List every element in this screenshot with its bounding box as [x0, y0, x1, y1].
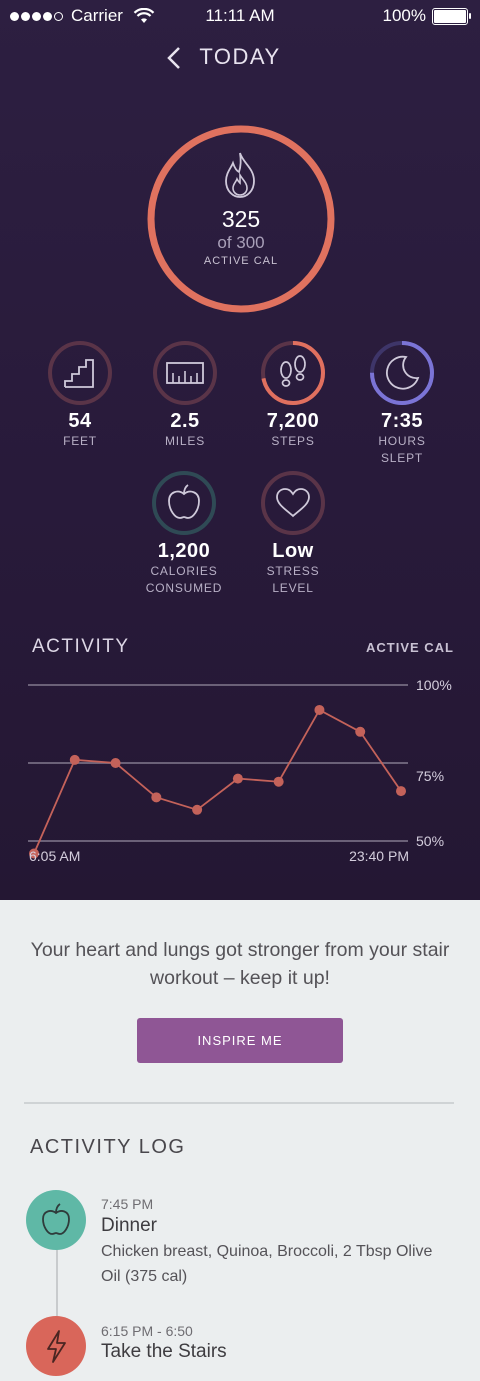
y-tick-label: 50% — [416, 833, 444, 849]
data-point[interactable] — [396, 786, 406, 797]
y-tick-label: 75% — [416, 768, 444, 784]
log-item-name[interactable]: Dinner — [101, 1215, 157, 1237]
summary-panel: Carrier 11:11 AM 100% TODAY 325 of 300 A… — [0, 0, 480, 900]
ruler-icon — [166, 362, 204, 384]
log-item-desc: Chicken breast, Quinoa, Broccoli, 2 Tbsp… — [101, 1243, 433, 1285]
data-point[interactable] — [192, 804, 203, 815]
battery-icon — [432, 7, 471, 25]
stat-sleep[interactable]: 7:35 HOURS SLEPT — [342, 340, 462, 467]
stat-label: HOURS SLEPT — [378, 434, 426, 465]
steps-ring — [261, 341, 325, 405]
log-item-dinner-icon-circle[interactable] — [26, 1190, 86, 1250]
x-end-label: 23:40 PM — [349, 848, 409, 864]
stairs-ring — [48, 341, 112, 405]
miles-ring — [153, 341, 217, 405]
log-item-time: 6:15 PM - 6:50 — [101, 1323, 193, 1339]
stat-value: Low — [272, 540, 314, 562]
stat-label: CALORIES CONSUMED — [145, 564, 223, 595]
sleep-ring — [370, 341, 434, 405]
data-point[interactable] — [314, 704, 325, 715]
stat-stress[interactable]: Low STRESS LEVEL — [233, 470, 353, 597]
stat-value: 7:35 — [380, 410, 424, 432]
timeline-line — [56, 1246, 58, 1326]
footprints-icon — [280, 355, 306, 387]
y-tick-label: 100% — [416, 677, 452, 693]
flame-icon — [225, 152, 255, 198]
active-cal-label: ACTIVE CAL — [203, 255, 279, 267]
stat-value: 2.5 — [170, 410, 200, 432]
data-point[interactable] — [273, 776, 284, 787]
data-point[interactable] — [355, 726, 366, 737]
log-item-time: 7:45 PM — [101, 1196, 154, 1212]
apple-icon — [168, 484, 200, 519]
stairs-icon — [64, 359, 94, 388]
stat-feet[interactable]: 54 FEET — [20, 340, 140, 450]
inspire-me-button[interactable]: INSPIRE ME — [137, 1018, 343, 1063]
divider — [24, 1102, 454, 1104]
insight-message: Your heart and lungs got stronger from y… — [30, 939, 450, 989]
activity-unit[interactable]: ACTIVE CAL — [366, 640, 454, 655]
activity-log-title: ACTIVITY LOG — [30, 1136, 186, 1158]
stat-steps[interactable]: 7,200 STEPS — [233, 340, 353, 450]
stat-miles[interactable]: 2.5 MILES — [125, 340, 245, 450]
stat-label: MILES — [164, 434, 205, 448]
apple-icon — [42, 1203, 70, 1235]
lightning-icon — [47, 1330, 66, 1363]
data-point[interactable] — [232, 773, 243, 784]
active-cal-goal: of 300 — [217, 233, 265, 252]
data-point[interactable] — [110, 758, 121, 768]
battery-percent: 100% — [382, 6, 426, 25]
log-item-stairs-icon-circle[interactable] — [26, 1316, 86, 1376]
stat-label: FEET — [63, 434, 97, 448]
stress-ring — [261, 471, 325, 535]
activity-line — [33, 708, 402, 854]
x-start-label: 6:05 AM — [29, 848, 80, 864]
stat-value: 54 — [68, 410, 92, 432]
page-title: TODAY — [199, 44, 281, 69]
stat-value: 1,200 — [157, 540, 211, 562]
data-point[interactable] — [151, 792, 162, 803]
active-cal-value: 325 — [221, 206, 261, 232]
stat-label: STEPS — [271, 434, 315, 448]
log-item-name[interactable]: Take the Stairs — [101, 1341, 227, 1363]
heart-icon — [276, 488, 310, 518]
stat-calories[interactable]: 1,200 CALORIES CONSUMED — [124, 470, 244, 597]
status-bar: Carrier 11:11 AM 100% — [0, 0, 480, 32]
moon-icon — [386, 355, 420, 390]
stat-value: 7,200 — [266, 410, 320, 432]
activity-title: ACTIVITY — [32, 636, 130, 657]
calories-ring — [152, 471, 216, 535]
data-point[interactable] — [69, 754, 80, 765]
activity-chart[interactable]: 100% 75% 50% 6:05 AM 23:40 PM — [0, 670, 480, 870]
stat-label: STRESS LEVEL — [266, 564, 320, 595]
